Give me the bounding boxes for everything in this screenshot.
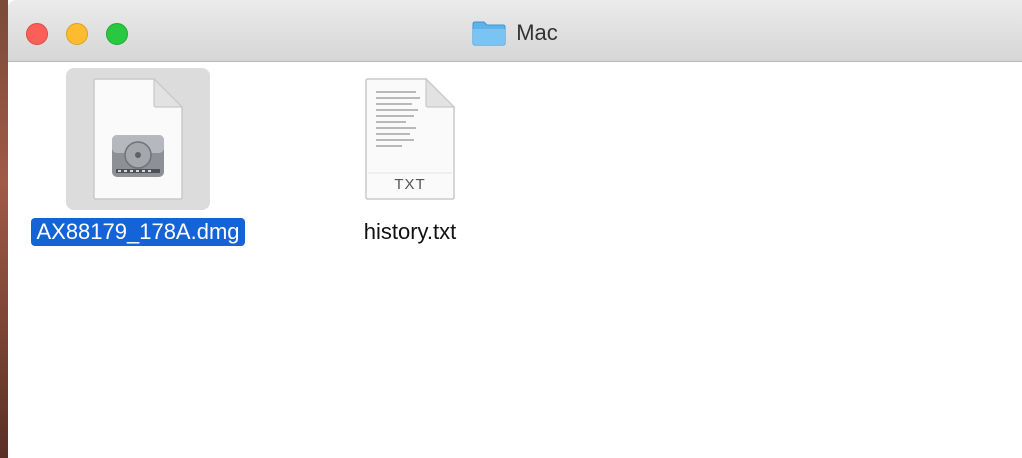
- file-item-txt[interactable]: TXT history.txt: [310, 68, 510, 246]
- disk-image-icon: [93, 77, 184, 200]
- file-item-dmg[interactable]: AX88179_178A.dmg: [31, 68, 245, 246]
- window-title: Mac: [516, 20, 558, 45]
- finder-window: Mac AX88179_178A.dmg TXT history.txt: [8, 0, 1022, 458]
- title-bar[interactable]: Mac: [8, 0, 1022, 62]
- file-name-label[interactable]: history.txt: [359, 218, 462, 246]
- file-name-label[interactable]: AX88179_178A.dmg: [31, 218, 245, 246]
- file-icon-frame[interactable]: [66, 68, 210, 210]
- file-browser-area[interactable]: AX88179_178A.dmg TXT history.txt: [8, 62, 1022, 458]
- desktop-background: [0, 0, 8, 458]
- folder-icon: [472, 21, 506, 46]
- txt-badge: TXT: [394, 175, 426, 193]
- file-icon-frame[interactable]: TXT: [338, 68, 482, 210]
- window-title-group: Mac: [8, 18, 1022, 48]
